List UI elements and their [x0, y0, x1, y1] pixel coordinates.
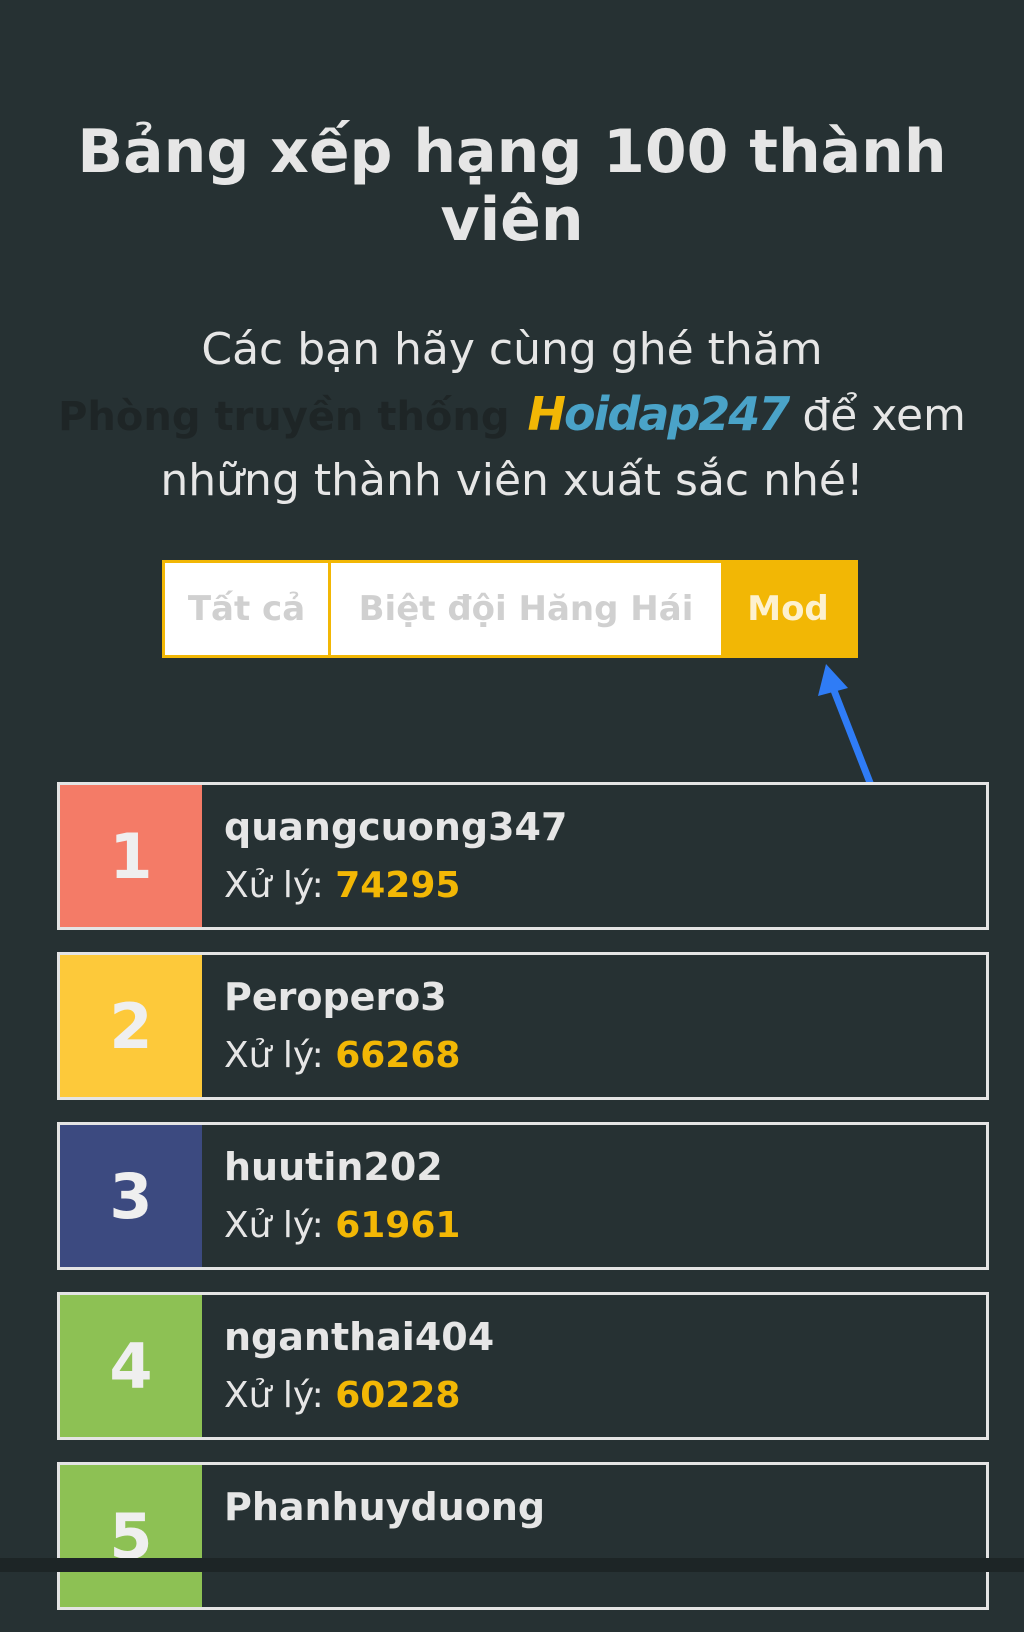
rank-card[interactable]: 1 quangcuong347 Xử lý: 74295 — [57, 782, 989, 930]
score-line: Xử lý: 66268 — [224, 1025, 460, 1087]
rank-card[interactable]: 5 Phanhuyduong — [57, 1462, 989, 1610]
score-label: Xử lý: — [224, 865, 324, 906]
hoidap247-logo[interactable]: Hoidap247 — [527, 382, 791, 446]
score-label: Xử lý: — [224, 1035, 324, 1076]
arrow-head — [818, 664, 848, 696]
intro-line-3: những thành viên xuất sắc nhé! — [160, 455, 864, 506]
member-name[interactable]: Phanhuyduong — [224, 1479, 545, 1535]
score-line: Xử lý: 61961 — [224, 1195, 460, 1257]
score-value: 61961 — [335, 1205, 461, 1246]
score-value: 66268 — [335, 1035, 461, 1076]
hall-of-fame-link[interactable]: Phòng truyền thống — [58, 394, 509, 440]
tab-all[interactable]: Tất cả — [165, 563, 331, 655]
tab-mod[interactable]: Mod — [721, 563, 855, 655]
score-line: Xử lý: 74295 — [224, 855, 567, 917]
logo-h-letter: H — [527, 387, 566, 441]
rank-number-badge: 3 — [60, 1125, 202, 1267]
page-title: Bảng xếp hạng 100 thành viên — [77, 117, 947, 255]
score-label: Xử lý: — [224, 1375, 324, 1416]
ranking-tabs: Tất cả Biệt đội Hăng Hái Mod — [162, 560, 858, 658]
tab-biet-doi-hang-hai[interactable]: Biệt đội Hăng Hái — [331, 563, 721, 655]
member-name[interactable]: huutin202 — [224, 1139, 460, 1195]
intro-line-2-suffix: để xem — [802, 390, 966, 441]
rank-number-badge: 4 — [60, 1295, 202, 1437]
member-name[interactable]: nganthai404 — [224, 1309, 494, 1365]
bottom-edge — [0, 1558, 1024, 1572]
intro-line-2: Phòng truyền thống Hoidap247 để xem — [30, 382, 994, 449]
intro-text: Các bạn hãy cùng ghé thăm Phòng truyền t… — [30, 318, 994, 513]
score-line: Xử lý: 60228 — [224, 1365, 494, 1427]
rank-card[interactable]: 4 nganthai404 Xử lý: 60228 — [57, 1292, 989, 1440]
member-name[interactable]: Peropero3 — [224, 969, 460, 1025]
logo-text: oidap247 — [564, 387, 790, 441]
rank-number-badge: 1 — [60, 785, 202, 927]
rank-card[interactable]: 2 Peropero3 Xử lý: 66268 — [57, 952, 989, 1100]
score-label: Xử lý: — [224, 1205, 324, 1246]
rank-number-badge: 2 — [60, 955, 202, 1097]
intro-line-1: Các bạn hãy cùng ghé thăm — [201, 324, 823, 375]
rank-number-badge: 5 — [60, 1465, 202, 1607]
rank-card[interactable]: 3 huutin202 Xử lý: 61961 — [57, 1122, 989, 1270]
score-value: 60228 — [335, 1375, 461, 1416]
score-value: 74295 — [335, 865, 461, 906]
ranking-list: 1 quangcuong347 Xử lý: 74295 2 Peropero3… — [57, 782, 989, 1632]
member-name[interactable]: quangcuong347 — [224, 799, 567, 855]
